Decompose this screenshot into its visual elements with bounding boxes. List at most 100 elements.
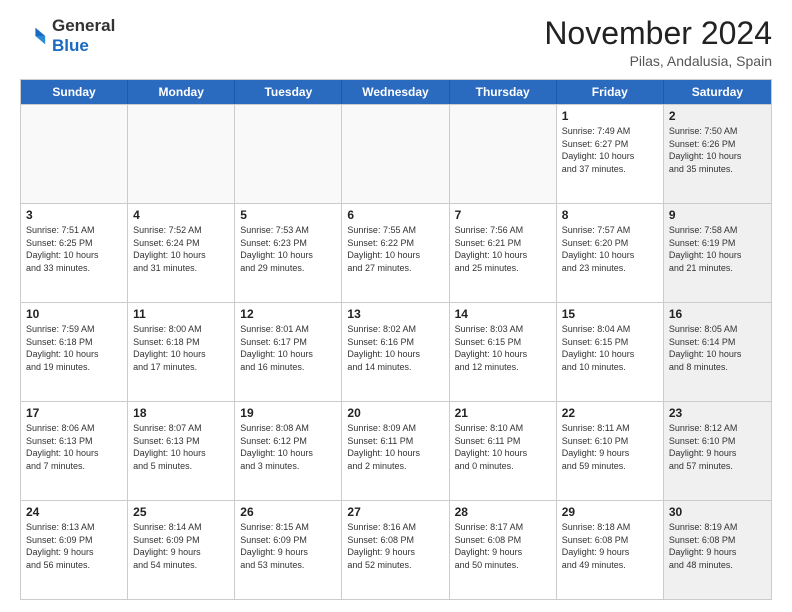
day-info: Sunrise: 8:15 AM Sunset: 6:09 PM Dayligh… — [240, 521, 336, 571]
day-cell-28: 28 Sunrise: 8:17 AM Sunset: 6:08 PM Dayli… — [450, 501, 557, 599]
calendar-row-3: 10 Sunrise: 7:59 AM Sunset: 6:18 PM Dayli… — [21, 302, 771, 401]
day-number: 22 — [562, 406, 658, 420]
day-number: 19 — [240, 406, 336, 420]
weekday-header-sunday: Sunday — [21, 80, 128, 104]
day-cell-26: 26 Sunrise: 8:15 AM Sunset: 6:09 PM Dayli… — [235, 501, 342, 599]
day-cell-11: 11 Sunrise: 8:00 AM Sunset: 6:18 PM Dayli… — [128, 303, 235, 401]
weekday-header-tuesday: Tuesday — [235, 80, 342, 104]
day-cell-30: 30Sunrise: 8:19 AM Sunset: 6:08 PM Dayli… — [664, 501, 771, 599]
day-info: Sunrise: 7:59 AM Sunset: 6:18 PM Dayligh… — [26, 323, 122, 373]
day-number: 27 — [347, 505, 443, 519]
day-cell-8: 8 Sunrise: 7:57 AM Sunset: 6:20 PM Daylig… — [557, 204, 664, 302]
day-cell-6: 6 Sunrise: 7:55 AM Sunset: 6:22 PM Daylig… — [342, 204, 449, 302]
day-cell-4: 4 Sunrise: 7:52 AM Sunset: 6:24 PM Daylig… — [128, 204, 235, 302]
day-number: 8 — [562, 208, 658, 222]
day-info: Sunrise: 8:00 AM Sunset: 6:18 PM Dayligh… — [133, 323, 229, 373]
day-number: 20 — [347, 406, 443, 420]
day-cell-23: 23Sunrise: 8:12 AM Sunset: 6:10 PM Dayli… — [664, 402, 771, 500]
calendar-row-4: 17 Sunrise: 8:06 AM Sunset: 6:13 PM Dayli… — [21, 401, 771, 500]
day-cell-13: 13Sunrise: 8:02 AM Sunset: 6:16 PM Dayli… — [342, 303, 449, 401]
day-info: Sunrise: 7:52 AM Sunset: 6:24 PM Dayligh… — [133, 224, 229, 274]
day-number: 15 — [562, 307, 658, 321]
day-number: 28 — [455, 505, 551, 519]
page: General Blue November 2024 Pilas, Andalu… — [0, 0, 792, 612]
day-number: 21 — [455, 406, 551, 420]
day-cell-1: 1Sunrise: 7:49 AM Sunset: 6:27 PM Daylig… — [557, 105, 664, 203]
day-info: Sunrise: 7:55 AM Sunset: 6:22 PM Dayligh… — [347, 224, 443, 274]
day-info: Sunrise: 7:58 AM Sunset: 6:19 PM Dayligh… — [669, 224, 766, 274]
day-cell-19: 19 Sunrise: 8:08 AM Sunset: 6:12 PM Dayli… — [235, 402, 342, 500]
calendar: SundayMondayTuesdayWednesdayThursdayFrid… — [20, 79, 772, 600]
day-number: 4 — [133, 208, 229, 222]
day-number: 7 — [455, 208, 551, 222]
day-cell-24: 24 Sunrise: 8:13 AM Sunset: 6:09 PM Dayli… — [21, 501, 128, 599]
day-number: 17 — [26, 406, 122, 420]
day-info: Sunrise: 8:04 AM Sunset: 6:15 PM Dayligh… — [562, 323, 658, 373]
title-block: November 2024 Pilas, Andalusia, Spain — [544, 16, 772, 69]
day-number: 6 — [347, 208, 443, 222]
day-info: Sunrise: 8:11 AM Sunset: 6:10 PM Dayligh… — [562, 422, 658, 472]
day-cell-15: 15 Sunrise: 8:04 AM Sunset: 6:15 PM Dayli… — [557, 303, 664, 401]
weekday-header-saturday: Saturday — [664, 80, 771, 104]
logo-blue: Blue — [52, 36, 89, 55]
logo: General Blue — [20, 16, 115, 56]
day-cell-22: 22 Sunrise: 8:11 AM Sunset: 6:10 PM Dayli… — [557, 402, 664, 500]
empty-cell-0-0 — [21, 105, 128, 203]
day-cell-27: 27Sunrise: 8:16 AM Sunset: 6:08 PM Dayli… — [342, 501, 449, 599]
day-cell-5: 5 Sunrise: 7:53 AM Sunset: 6:23 PM Daylig… — [235, 204, 342, 302]
day-number: 18 — [133, 406, 229, 420]
day-cell-14: 14 Sunrise: 8:03 AM Sunset: 6:15 PM Dayli… — [450, 303, 557, 401]
logo-icon — [20, 22, 48, 50]
day-info: Sunrise: 8:12 AM Sunset: 6:10 PM Dayligh… — [669, 422, 766, 472]
calendar-body: 1Sunrise: 7:49 AM Sunset: 6:27 PM Daylig… — [21, 104, 771, 599]
day-info: Sunrise: 8:17 AM Sunset: 6:08 PM Dayligh… — [455, 521, 551, 571]
day-cell-21: 21Sunrise: 8:10 AM Sunset: 6:11 PM Dayli… — [450, 402, 557, 500]
day-number: 26 — [240, 505, 336, 519]
day-cell-12: 12Sunrise: 8:01 AM Sunset: 6:17 PM Dayli… — [235, 303, 342, 401]
day-number: 24 — [26, 505, 122, 519]
day-info: Sunrise: 7:51 AM Sunset: 6:25 PM Dayligh… — [26, 224, 122, 274]
day-cell-20: 20 Sunrise: 8:09 AM Sunset: 6:11 PM Dayli… — [342, 402, 449, 500]
weekday-header-friday: Friday — [557, 80, 664, 104]
day-info: Sunrise: 8:07 AM Sunset: 6:13 PM Dayligh… — [133, 422, 229, 472]
day-cell-17: 17 Sunrise: 8:06 AM Sunset: 6:13 PM Dayli… — [21, 402, 128, 500]
day-info: Sunrise: 8:01 AM Sunset: 6:17 PM Dayligh… — [240, 323, 336, 373]
day-cell-29: 29Sunrise: 8:18 AM Sunset: 6:08 PM Dayli… — [557, 501, 664, 599]
calendar-row-5: 24 Sunrise: 8:13 AM Sunset: 6:09 PM Dayli… — [21, 500, 771, 599]
day-info: Sunrise: 7:49 AM Sunset: 6:27 PM Dayligh… — [562, 125, 658, 175]
day-number: 11 — [133, 307, 229, 321]
day-number: 9 — [669, 208, 766, 222]
calendar-row-1: 1Sunrise: 7:49 AM Sunset: 6:27 PM Daylig… — [21, 104, 771, 203]
day-cell-18: 18 Sunrise: 8:07 AM Sunset: 6:13 PM Dayli… — [128, 402, 235, 500]
location-subtitle: Pilas, Andalusia, Spain — [544, 53, 772, 69]
day-info: Sunrise: 7:57 AM Sunset: 6:20 PM Dayligh… — [562, 224, 658, 274]
day-info: Sunrise: 8:09 AM Sunset: 6:11 PM Dayligh… — [347, 422, 443, 472]
empty-cell-0-4 — [450, 105, 557, 203]
day-number: 14 — [455, 307, 551, 321]
day-number: 5 — [240, 208, 336, 222]
day-info: Sunrise: 8:06 AM Sunset: 6:13 PM Dayligh… — [26, 422, 122, 472]
month-title: November 2024 — [544, 16, 772, 51]
logo-text: General Blue — [52, 16, 115, 56]
day-number: 10 — [26, 307, 122, 321]
day-info: Sunrise: 7:50 AM Sunset: 6:26 PM Dayligh… — [669, 125, 766, 175]
day-cell-25: 25Sunrise: 8:14 AM Sunset: 6:09 PM Dayli… — [128, 501, 235, 599]
day-number: 30 — [669, 505, 766, 519]
day-number: 29 — [562, 505, 658, 519]
empty-cell-0-2 — [235, 105, 342, 203]
day-info: Sunrise: 8:05 AM Sunset: 6:14 PM Dayligh… — [669, 323, 766, 373]
day-number: 3 — [26, 208, 122, 222]
day-info: Sunrise: 8:03 AM Sunset: 6:15 PM Dayligh… — [455, 323, 551, 373]
calendar-header: SundayMondayTuesdayWednesdayThursdayFrid… — [21, 80, 771, 104]
weekday-header-monday: Monday — [128, 80, 235, 104]
day-number: 13 — [347, 307, 443, 321]
day-info: Sunrise: 8:13 AM Sunset: 6:09 PM Dayligh… — [26, 521, 122, 571]
day-number: 2 — [669, 109, 766, 123]
day-info: Sunrise: 7:53 AM Sunset: 6:23 PM Dayligh… — [240, 224, 336, 274]
day-info: Sunrise: 8:14 AM Sunset: 6:09 PM Dayligh… — [133, 521, 229, 571]
day-cell-16: 16Sunrise: 8:05 AM Sunset: 6:14 PM Dayli… — [664, 303, 771, 401]
calendar-row-2: 3 Sunrise: 7:51 AM Sunset: 6:25 PM Daylig… — [21, 203, 771, 302]
day-info: Sunrise: 8:08 AM Sunset: 6:12 PM Dayligh… — [240, 422, 336, 472]
weekday-header-thursday: Thursday — [450, 80, 557, 104]
header: General Blue November 2024 Pilas, Andalu… — [20, 16, 772, 69]
